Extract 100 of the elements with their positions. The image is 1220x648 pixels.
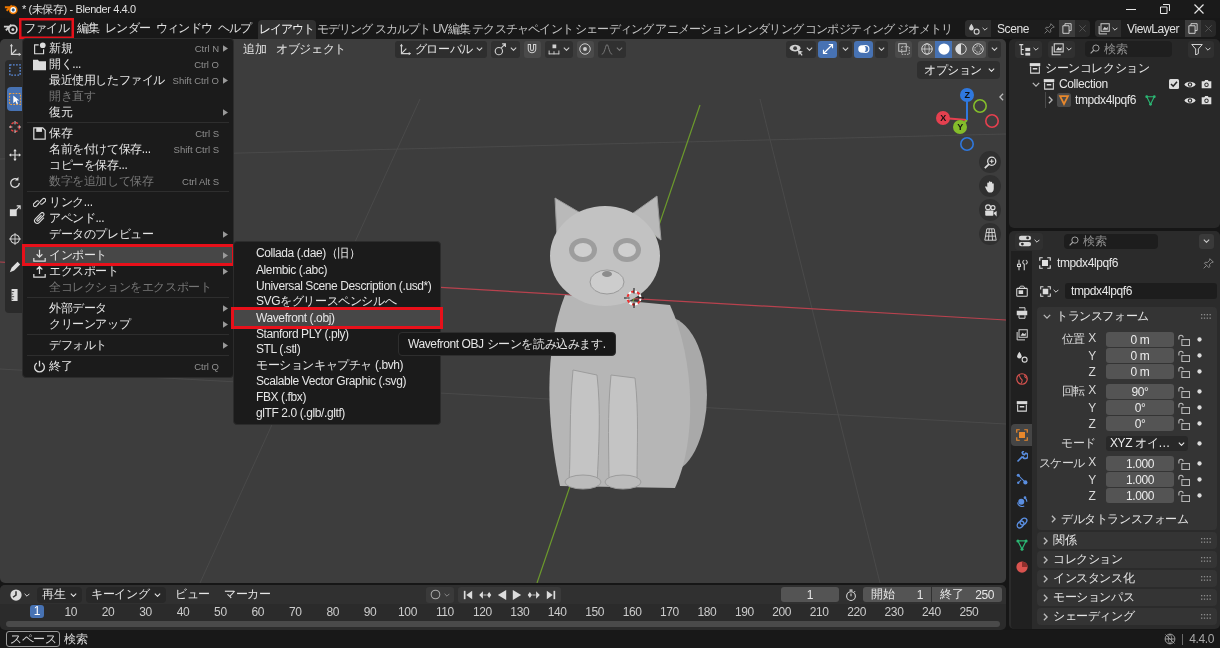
menu-item[interactable]: 保存 Ctrl S [27,125,229,141]
menu-item[interactable]: Alembic (.abc) [236,261,438,278]
grip-icon[interactable] [1201,576,1211,581]
dot-icon[interactable] [1197,337,1202,342]
filter-dropdown[interactable] [1188,40,1214,58]
menu-item[interactable]: 外部データ [27,300,229,316]
outliner-item[interactable]: Collection [1059,77,1108,91]
object-type-dropdown[interactable] [1037,283,1062,299]
search-field[interactable]: 検索 [1064,233,1158,249]
outliner-item[interactable]: シーンコレクション [1045,59,1150,77]
grip-icon[interactable] [1201,557,1211,562]
menu-item[interactable]: エクスポート [27,263,229,279]
select-mode-button[interactable] [7,62,22,78]
menu-item[interactable]: インポート [22,244,235,266]
next-keyframe-icon[interactable] [527,589,541,600]
expand-chevron-icon[interactable] [1032,81,1040,87]
menu-item[interactable]: Scalable Vector Graphic (.svg) [236,373,438,390]
auto-keying-button[interactable] [426,586,454,603]
copy-button[interactable] [1059,20,1075,37]
menu-item[interactable]: Universal Scene Description (.usd*) [236,277,438,294]
display-mode-dropdown[interactable] [1015,40,1042,58]
options-dropdown[interactable]: オプション [917,61,1000,79]
orientation-dropdown[interactable]: グローバル [394,40,487,58]
play-reverse-icon[interactable] [497,589,507,600]
panel-header[interactable]: モーションパス [1043,589,1135,606]
menu-item[interactable]: デフォルト [27,337,229,353]
dot-icon[interactable] [1197,389,1202,394]
menu-button[interactable]: レンダー [102,18,154,39]
view-layer-name-field[interactable]: ViewLayer [1121,20,1185,37]
workspace-tab[interactable]: モデリング [315,20,374,39]
scene-type-button[interactable] [965,20,991,37]
negative-axis-handle[interactable] [973,99,987,113]
menu-item[interactable]: 終了 Ctrl Q [27,358,229,374]
menu-item[interactable]: 名前を付けて保存... Shift Ctrl S [27,141,229,157]
menu-item[interactable]: モーションキャプチャ (.bvh) [236,357,438,374]
negative-axis-handle[interactable] [985,114,999,128]
current-frame-field[interactable]: 1 [781,587,839,602]
scene-name-field[interactable]: Scene [991,20,1059,37]
copy-button[interactable] [1185,20,1201,37]
outliner-item[interactable]: tmpdx4lpqf6 [1075,93,1136,107]
dot-icon[interactable] [1197,493,1202,498]
editor-type-button[interactable] [7,586,33,603]
menu-item[interactable]: クリーンアップ [27,316,229,332]
menu-button[interactable]: ビュー [170,586,216,603]
workspace-tab[interactable]: スカルプト [373,20,432,39]
menu-item[interactable]: アペンド... [27,210,229,226]
menu-item[interactable]: Wavefront (.obj) [231,306,443,329]
snap-target-dropdown[interactable] [544,40,573,58]
skip-start-icon[interactable] [463,589,473,600]
menu-button[interactable]: 編集 [73,18,103,39]
eye-icon[interactable] [1184,95,1196,105]
view-layer-filter-dropdown[interactable] [1048,40,1075,58]
open-lock-icon[interactable] [1178,401,1190,414]
grip-icon[interactable] [1201,538,1211,543]
workspace-tab[interactable]: UV編集 [431,20,472,39]
name-field[interactable]: tmpdx4lpqf6 [1065,283,1217,299]
perspective-toggle-button[interactable] [979,223,1001,245]
checkbox[interactable] [1169,79,1179,89]
workspace-tab[interactable]: シェーディング [574,20,655,39]
dot-icon[interactable] [1197,461,1202,466]
open-lock-icon[interactable] [1178,457,1190,470]
menu-item[interactable]: glTF 2.0 (.glb/.gltf) [236,405,438,421]
previous-keyframe-icon[interactable] [478,589,492,600]
stopwatch-button[interactable] [843,586,859,603]
collapse-chevron-icon[interactable] [1047,96,1053,104]
workspace-tab[interactable]: テクスチャペイント [471,20,574,39]
shading-dropdown[interactable] [988,40,1001,58]
number-field[interactable]: 0° [1106,416,1174,431]
menu-button[interactable]: オブジェクト [271,40,351,58]
play-icon[interactable] [512,589,522,600]
panel-header[interactable]: インスタンス化 [1043,570,1135,587]
editor-type-button[interactable] [1015,232,1043,250]
workspace-tab[interactable]: レイアウト [257,20,316,39]
gizmo-dropdown[interactable] [839,40,852,58]
shading-mode-button[interactable] [918,40,935,58]
camera-icon[interactable] [1201,95,1212,105]
playhead-frame-badge[interactable]: 1 [29,605,45,618]
search-field[interactable]: 検索 [1085,41,1172,57]
crosshair-ring-icon[interactable] [624,288,644,308]
gizmo-toggle[interactable] [818,40,837,58]
menu-item[interactable]: 復元 [27,104,229,120]
proportional-edit-toggle[interactable] [576,40,594,58]
skip-end-icon[interactable] [546,589,556,600]
camera-view-button[interactable] [979,199,1001,221]
menu-item[interactable]: コピーを保存... [27,157,229,173]
menu-item[interactable]: 開く... Ctrl O [27,56,229,72]
number-field[interactable]: 0° [1106,400,1174,415]
menu-item[interactable]: Collada (.dae)（旧） [236,246,438,262]
menu-button[interactable]: ヘルプ [215,18,255,39]
axis-handle[interactable]: Z [960,88,974,121]
menu-button[interactable]: 再生 [37,586,83,603]
workspace-tab[interactable]: コンポジティング [804,20,896,39]
number-field[interactable]: 1.000 [1106,472,1174,487]
zoom-button[interactable] [979,151,1001,173]
triangle-mesh-icon[interactable] [1145,94,1156,106]
pan-button[interactable] [979,175,1001,197]
dot-icon[interactable] [1197,477,1202,482]
panel-header[interactable]: トランスフォーム [1043,307,1149,325]
end-frame-field[interactable]: 終了 250 [932,587,1002,602]
pin-icon[interactable] [1044,23,1055,34]
